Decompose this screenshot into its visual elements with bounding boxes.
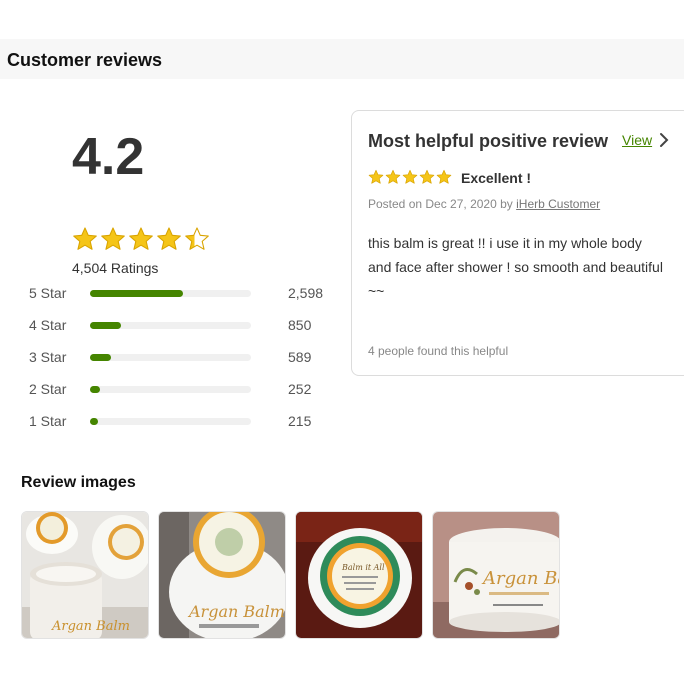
review-body: this balm is great !! i use it in my who… <box>368 235 663 299</box>
star-icon <box>101 227 125 250</box>
star-icon <box>129 227 153 250</box>
histogram-count: 2,598 <box>288 285 324 301</box>
svg-text:Balm it All: Balm it All <box>341 563 385 572</box>
most-helpful-review-card: Most helpful positive review View Excell… <box>351 110 684 376</box>
posted-info: Posted on Dec 27, 2020 by iHerb Customer <box>368 197 600 211</box>
ratings-count: 4,504 Ratings <box>72 260 159 276</box>
histogram-row[interactable]: 1 Star 215 <box>29 412 311 430</box>
review-image-1[interactable]: Argan Balm <box>21 511 149 639</box>
histogram-count: 215 <box>288 413 312 429</box>
chevron-right-icon[interactable] <box>658 131 670 149</box>
histogram-label: 2 Star <box>29 381 67 397</box>
histogram-bar-fill <box>90 417 99 425</box>
posted-date: Posted on Dec 27, 2020 by <box>368 197 513 211</box>
histogram-row[interactable]: 3 Star 589 <box>29 348 311 366</box>
star-icon <box>73 227 97 250</box>
star-icon <box>419 169 435 184</box>
histogram-bar-track <box>90 417 251 425</box>
card-title: Most helpful positive review <box>368 131 609 151</box>
histogram-row[interactable]: 4 Star 850 <box>29 316 311 334</box>
histogram-label: 1 Star <box>29 413 67 429</box>
view-link[interactable]: View <box>622 132 652 148</box>
review-images-gallery: Argan Balm Argan Balm Balm it All Argan … <box>21 511 560 639</box>
star-icon <box>402 169 418 184</box>
section-header: Customer reviews <box>0 39 684 79</box>
histogram-count: 850 <box>288 317 312 333</box>
star-icon <box>185 227 209 250</box>
review-stars <box>368 169 452 185</box>
histogram-bar-track <box>90 385 251 393</box>
histogram-bar-fill <box>90 289 184 297</box>
star-icon <box>436 169 452 184</box>
histogram-count: 589 <box>288 349 312 365</box>
review-image-3[interactable]: Balm it All <box>295 511 423 639</box>
average-stars <box>72 226 210 252</box>
histogram-bar-track <box>90 321 251 329</box>
svg-text:Argan Balm: Argan Balm <box>51 619 130 634</box>
histogram-row[interactable]: 2 Star 252 <box>29 380 311 398</box>
histogram-bar-track <box>90 289 251 297</box>
histogram-bar-track <box>90 353 251 361</box>
section-title: Customer reviews <box>7 50 163 70</box>
histogram-bar-fill <box>90 353 111 361</box>
average-rating: 4.2 <box>72 128 145 186</box>
histogram-bar-fill <box>90 385 100 393</box>
star-icon <box>157 227 181 250</box>
review-headline: Excellent ! <box>461 170 532 186</box>
histogram-row[interactable]: 5 Star 2,598 <box>29 284 323 302</box>
review-images-title: Review images <box>21 474 136 491</box>
histogram-label: 3 Star <box>29 349 67 365</box>
star-icon <box>368 169 384 184</box>
histogram-label: 5 Star <box>29 285 67 301</box>
review-author-link[interactable]: iHerb Customer <box>516 197 600 211</box>
review-image-4[interactable]: Argan Bal <box>432 511 560 639</box>
svg-text:Argan Bal: Argan Bal <box>481 568 560 589</box>
review-image-2[interactable]: Argan Balm <box>158 511 286 639</box>
histogram-bar-fill <box>90 321 121 329</box>
helpful-count: 4 people found this helpful <box>368 344 509 358</box>
star-icon <box>385 169 401 184</box>
histogram-label: 4 Star <box>29 317 67 333</box>
histogram-count: 252 <box>288 381 312 397</box>
svg-text:Argan Balm: Argan Balm <box>187 602 285 621</box>
